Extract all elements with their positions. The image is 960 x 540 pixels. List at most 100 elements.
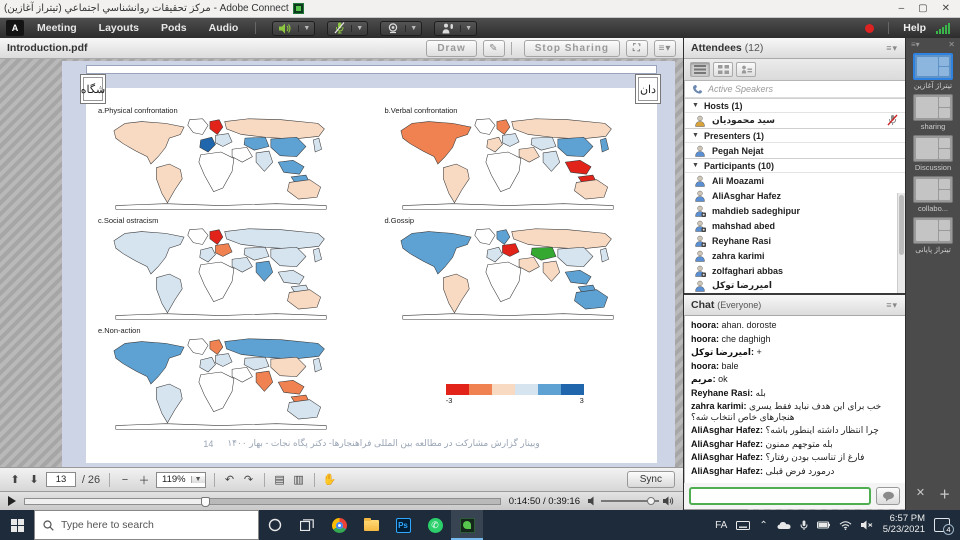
playback-bar: 0:14:50 / 0:39:16: [0, 491, 683, 510]
chrome-taskbar-button[interactable]: [323, 510, 355, 540]
photoshop-button[interactable]: Ps: [387, 510, 419, 540]
volume-control[interactable]: [588, 496, 675, 506]
two-page-view-icon[interactable]: ▥: [292, 473, 306, 486]
color-scale-legend: -33: [383, 326, 648, 432]
attendee-row[interactable]: امیررضا توکل: [685, 278, 905, 293]
attendee-name: Pegah Nejat: [712, 146, 764, 156]
rotate-left-icon[interactable]: ↶: [223, 473, 237, 486]
menu-layouts[interactable]: Layouts: [90, 22, 148, 34]
wifi-icon[interactable]: [839, 521, 852, 530]
menu-audio[interactable]: Audio: [200, 22, 248, 34]
pan-hand-icon[interactable]: ✋: [323, 473, 337, 486]
language-indicator[interactable]: FA: [715, 520, 727, 531]
task-view-button[interactable]: [291, 510, 323, 540]
list-view-button[interactable]: [690, 62, 710, 77]
attendee-group-header[interactable]: ▼Presenters (1): [685, 128, 905, 143]
single-page-view-icon[interactable]: ▤: [273, 473, 287, 486]
file-explorer-button[interactable]: [355, 510, 387, 540]
layout-thumbnail-[interactable]: تیتراژ پایانی: [913, 217, 953, 254]
webcam-dropdown[interactable]: ▼: [405, 25, 421, 32]
page-down-icon[interactable]: ⬇: [27, 473, 41, 486]
chat-message: مریم: ok: [691, 374, 899, 384]
pointer-pen-icon[interactable]: ✎: [483, 40, 505, 57]
connection-signal-icon[interactable]: [936, 23, 950, 34]
action-center-icon[interactable]: 4: [934, 518, 950, 532]
status-view-button[interactable]: [736, 62, 756, 77]
taskbar-search[interactable]: Type here to search: [34, 510, 259, 540]
zoom-in-icon[interactable]: ＋: [137, 472, 151, 488]
main-area: Introduction.pdf Draw ✎ Stop Sharing ⛶ ≡…: [0, 38, 960, 510]
playback-slider-handle[interactable]: [201, 497, 210, 507]
raise-hand-icon: [435, 23, 460, 34]
webcam-button[interactable]: ▼: [380, 21, 422, 36]
page-up-icon[interactable]: ⬆: [8, 473, 22, 486]
tray-expand-chevron-icon[interactable]: ⌃: [759, 520, 767, 531]
attendee-group-header[interactable]: ▼Hosts (1): [685, 98, 905, 113]
world-map-c: c.Social ostracism: [96, 216, 361, 322]
volume-knob[interactable]: [647, 497, 655, 505]
minimize-button[interactable]: –: [899, 3, 905, 14]
attendee-row[interactable]: zahra karimi: [685, 248, 905, 263]
fullscreen-icon[interactable]: ⛶: [626, 40, 648, 57]
attendee-row[interactable]: zolfaghari abbas: [685, 263, 905, 278]
map-title: a.Physical confrontation: [98, 106, 361, 115]
microphone-dropdown[interactable]: ▼: [351, 25, 367, 32]
help-menu[interactable]: Help: [903, 22, 926, 34]
stop-sharing-button[interactable]: Stop Sharing: [524, 40, 620, 57]
speaker-button[interactable]: ▼: [272, 21, 315, 36]
keyboard-icon[interactable]: [736, 521, 750, 530]
draw-button[interactable]: Draw: [426, 40, 476, 57]
zoom-level-select[interactable]: 119% ▼: [156, 472, 206, 488]
whatsapp-button[interactable]: ✆: [419, 510, 451, 540]
attendee-row[interactable]: Pegah Nejat: [685, 143, 905, 158]
layout-thumbnail-[interactable]: تیتراژ آغازین: [913, 53, 953, 90]
send-message-button[interactable]: [876, 487, 900, 505]
raise-hand-button[interactable]: ▼: [434, 21, 477, 36]
play-icon[interactable]: [8, 496, 16, 506]
attendees-pod-menu-icon[interactable]: ≡▾: [886, 43, 898, 54]
playback-progress-slider[interactable]: [24, 498, 501, 505]
task-view-icon: [300, 519, 314, 531]
tray-microphone-icon[interactable]: [800, 520, 808, 531]
clock[interactable]: 6:57 PM 5/23/2021: [883, 514, 925, 536]
attendee-row[interactable]: AliAsghar Hafez: [685, 188, 905, 203]
attendee-row[interactable]: Ali Moazami: [685, 173, 905, 188]
attendee-row[interactable]: mahshad abed: [685, 218, 905, 233]
chat-input[interactable]: [689, 487, 871, 505]
zoom-out-icon[interactable]: −: [118, 474, 132, 486]
menu-pods[interactable]: Pods: [152, 22, 196, 34]
cortana-button[interactable]: [259, 510, 291, 540]
page-number-input[interactable]: 13: [46, 472, 76, 487]
adobe-connect-app-icon: [293, 3, 304, 14]
delete-layout-icon[interactable]: ✕: [916, 486, 925, 502]
start-button[interactable]: [0, 510, 34, 540]
volume-slider[interactable]: [601, 500, 659, 502]
attendee-group-header[interactable]: ▼Participants (10): [685, 158, 905, 173]
speaker-dropdown[interactable]: ▼: [298, 25, 314, 32]
battery-icon[interactable]: [817, 521, 830, 529]
layout-thumbnail-collabo[interactable]: collabo...: [913, 176, 953, 213]
layout-thumbnail-Discussion[interactable]: Discussion: [913, 135, 953, 172]
rotate-right-icon[interactable]: ↷: [242, 473, 256, 486]
onedrive-cloud-icon[interactable]: [777, 521, 791, 530]
attendees-scrollbar[interactable]: [897, 193, 905, 293]
attendee-row[interactable]: سید محمودیان: [685, 113, 905, 128]
close-button[interactable]: ✕: [942, 3, 950, 14]
attendee-row[interactable]: mahdieb sadeghipur: [685, 203, 905, 218]
attendee-row[interactable]: Reyhane Rasi: [685, 233, 905, 248]
pdf-document-area[interactable]: شگاه دان a.Physical confrontationb.Verba…: [62, 61, 675, 467]
layouts-panel-close-icon[interactable]: ✕: [948, 40, 955, 49]
adobe-connect-taskbar-button[interactable]: [451, 510, 483, 540]
raise-hand-dropdown[interactable]: ▼: [460, 25, 476, 32]
layout-thumbnail-sharing[interactable]: sharing: [913, 94, 953, 131]
chat-pod-menu-icon[interactable]: ≡▾: [886, 300, 898, 311]
microphone-button[interactable]: ▼: [327, 21, 368, 36]
share-pod-menu-icon[interactable]: ≡▾: [654, 40, 676, 57]
menu-meeting[interactable]: Meeting: [28, 22, 86, 34]
grid-view-button[interactable]: [713, 62, 733, 77]
sync-button[interactable]: Sync: [627, 471, 675, 488]
add-layout-icon[interactable]: ＋: [939, 486, 950, 502]
speaker-muted-icon[interactable]: [861, 520, 874, 530]
layouts-panel-menu-icon[interactable]: ≡▾: [911, 40, 920, 49]
maximize-button[interactable]: ▢: [918, 3, 927, 14]
